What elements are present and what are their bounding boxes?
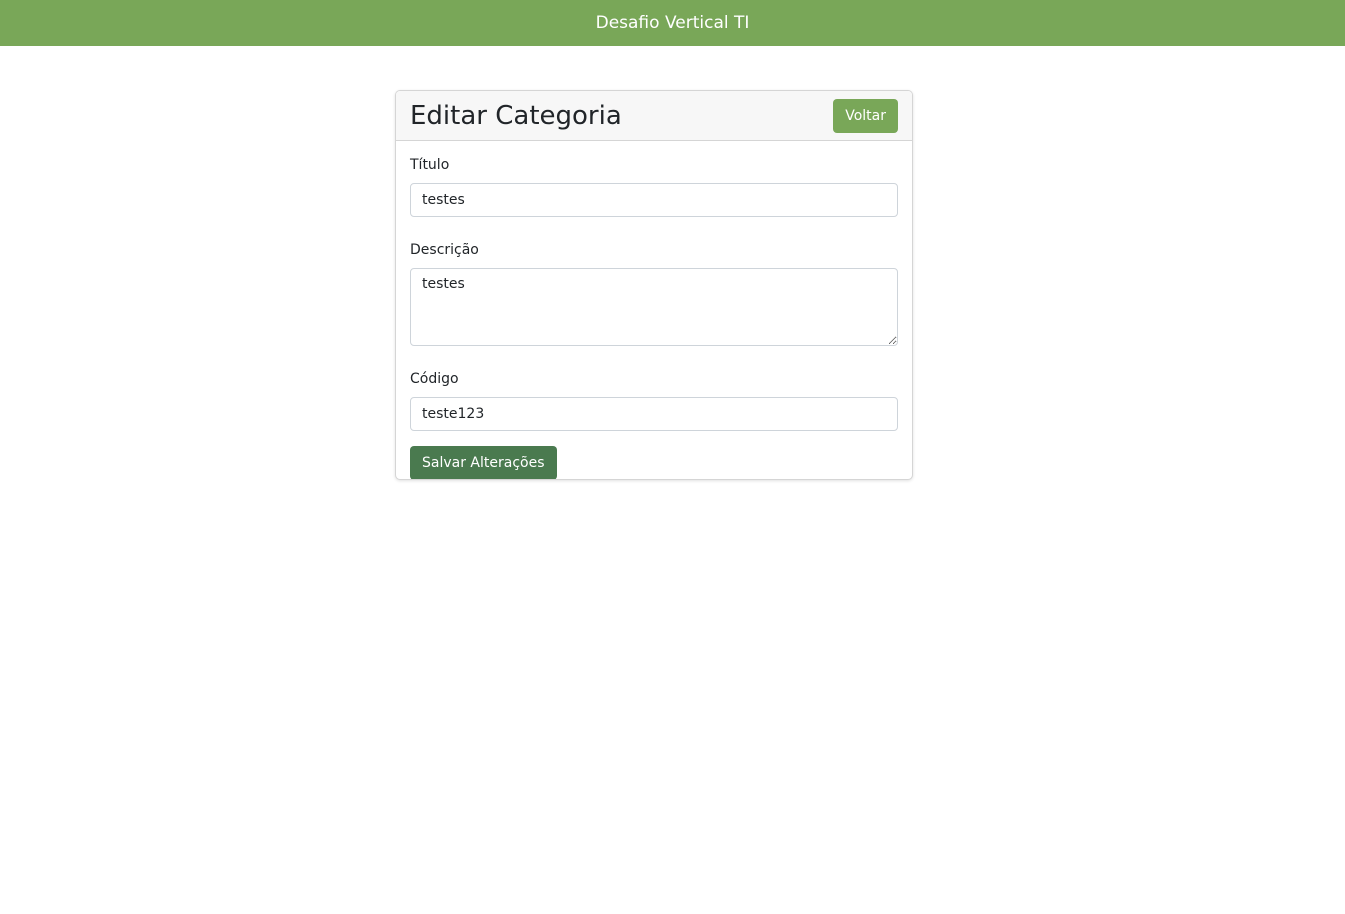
top-navbar: Desafio Vertical TI [0, 0, 1345, 46]
codigo-input[interactable] [410, 397, 898, 431]
back-button[interactable]: Voltar [833, 98, 898, 133]
edit-category-card: Editar Categoria Voltar Título Descrição… [395, 90, 913, 480]
save-changes-button[interactable]: Salvar Alterações [410, 446, 557, 479]
edit-category-form: Título Descrição testes Código Salvar Al… [396, 141, 912, 479]
page-title: Editar Categoria [410, 100, 622, 131]
card-header: Editar Categoria Voltar [396, 91, 912, 141]
titulo-input[interactable] [410, 183, 898, 217]
titulo-label: Título [410, 157, 450, 173]
descricao-textarea[interactable]: testes [410, 268, 898, 346]
codigo-label: Código [410, 371, 459, 387]
descricao-label: Descrição [410, 242, 479, 258]
app-title: Desafio Vertical TI [595, 13, 750, 33]
